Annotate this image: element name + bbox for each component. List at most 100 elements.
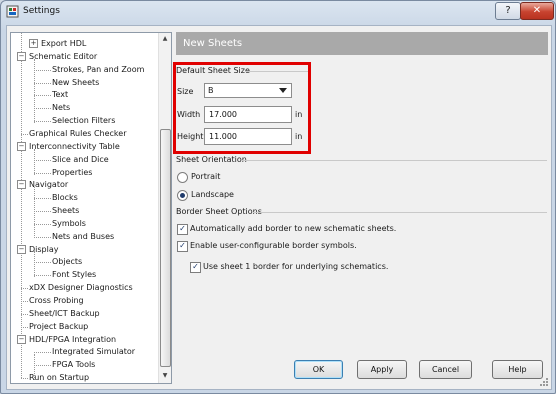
tree-connector: [34, 149, 35, 175]
use-sheet1-border-label[interactable]: Use sheet 1 border for underlying schema…: [203, 262, 388, 271]
tree-item-label: Blocks: [52, 193, 78, 203]
tree-connector: [34, 275, 51, 277]
tree-item[interactable]: Cross Probing: [29, 294, 84, 307]
tree-connector: [34, 108, 51, 110]
tree-item-label: Sheets: [52, 206, 80, 216]
landscape-radio[interactable]: [177, 190, 188, 201]
tree-item[interactable]: Properties: [52, 166, 92, 179]
auto-add-border-checkbox[interactable]: ✓: [177, 224, 188, 235]
tree-item[interactable]: Integrated Simulator: [52, 345, 135, 358]
title-bar[interactable]: Settings ? ✕: [1, 1, 555, 23]
landscape-label[interactable]: Landscape: [191, 190, 234, 199]
ok-button[interactable]: OK: [294, 360, 343, 379]
tree-item-label: Strokes, Pan and Zoom: [52, 64, 145, 74]
settings-tree[interactable]: + Export HDL − Schematic Editor Strokes, Pan…: [10, 32, 172, 384]
tree-item-label: Interconnectivity Table: [29, 141, 120, 151]
tree-item[interactable]: − Display: [17, 243, 59, 256]
tree-item-label: xDX Designer Diagnostics: [29, 283, 133, 293]
window-title: Settings: [23, 6, 60, 16]
tree-connector: [34, 262, 51, 264]
cancel-button[interactable]: Cancel: [419, 360, 472, 379]
tree-item-label: Nets and Buses: [52, 231, 115, 241]
portrait-radio[interactable]: [177, 172, 188, 183]
tree-item[interactable]: New Sheets: [52, 76, 99, 89]
tree-item[interactable]: Nets: [52, 101, 70, 114]
tree-item-label: Slice and Dice: [52, 154, 109, 164]
tree-item[interactable]: Sheets: [52, 204, 79, 217]
tree-item-label: Navigator: [29, 180, 69, 190]
scroll-thumb[interactable]: [160, 129, 171, 367]
tree-item-label: Sheet/ICT Backup: [29, 308, 100, 318]
tree-item-label: Export HDL: [41, 39, 87, 48]
collapse-icon[interactable]: −: [17, 244, 26, 254]
tree-item-label: Project Backup: [29, 321, 89, 331]
tree-item[interactable]: − Navigator: [17, 178, 68, 191]
tree-connector: [34, 223, 51, 225]
close-button[interactable]: ✕: [520, 2, 554, 20]
tree-item[interactable]: Sheet/ICT Backup: [29, 307, 100, 320]
tree-connector: [34, 236, 51, 238]
tree-item[interactable]: + Export HDL: [29, 37, 86, 50]
tree-connector: [34, 59, 35, 123]
use-sheet1-border-checkbox[interactable]: ✓: [190, 262, 201, 273]
tree-item[interactable]: Graphical Rules Checker: [29, 127, 127, 140]
tree-connector: [34, 121, 51, 123]
tree-item-label: Integrated Simulator: [52, 347, 136, 357]
user-config-border-label[interactable]: Enable user-configurable border symbols.: [190, 241, 357, 250]
tree-item-label: Selection Filters: [52, 116, 116, 126]
tree-item[interactable]: Objects: [52, 255, 82, 268]
tree-item[interactable]: Blocks: [52, 191, 78, 204]
tree-connector: [34, 198, 51, 200]
tree-item-label: Symbols: [52, 218, 86, 228]
tree-item-label: Font Styles: [52, 270, 97, 280]
resize-grip-icon[interactable]: [540, 378, 549, 387]
portrait-label[interactable]: Portrait: [191, 172, 220, 181]
tree-item[interactable]: Selection Filters: [52, 114, 115, 127]
tree-scrollbar[interactable]: ▲ ▼: [158, 33, 171, 383]
border-group-label: Border Sheet Options: [176, 207, 262, 216]
tree-connector: [34, 69, 51, 71]
tree-item[interactable]: − HDL/FPGA Integration: [17, 333, 116, 346]
tree-item[interactable]: Symbols: [52, 217, 86, 230]
collapse-icon[interactable]: −: [17, 334, 26, 344]
page-title: New Sheets: [176, 32, 548, 55]
tree-item[interactable]: Text: [52, 88, 68, 101]
user-config-border-checkbox[interactable]: ✓: [177, 241, 188, 252]
tree-item[interactable]: Project Backup: [29, 320, 88, 333]
tree-connector: [34, 187, 35, 238]
tree-item[interactable]: Slice and Dice: [52, 153, 109, 166]
tree-item[interactable]: Run on Startup: [29, 371, 90, 383]
scroll-up-icon[interactable]: ▲: [160, 34, 170, 44]
tree-item[interactable]: Font Styles: [52, 268, 96, 281]
tree-item[interactable]: FPGA Tools: [52, 358, 95, 371]
group-divider: [241, 160, 547, 161]
tree-item-label: Schematic Editor: [29, 51, 98, 61]
expand-icon[interactable]: +: [29, 39, 38, 48]
tree-connector: [34, 365, 51, 367]
tree-item[interactable]: Strokes, Pan and Zoom: [52, 63, 144, 76]
tree-item[interactable]: − Schematic Editor: [17, 50, 97, 63]
tree-item-label: Objects: [52, 257, 83, 267]
tree-item-label: Run on Startup: [29, 373, 90, 383]
tree-item[interactable]: − Interconnectivity Table: [17, 140, 120, 153]
collapse-icon[interactable]: −: [17, 51, 26, 61]
tree-connector: [21, 313, 28, 315]
tree-item-label: Nets: [52, 103, 71, 113]
help-title-button[interactable]: ?: [495, 2, 521, 20]
tree-connector: [21, 378, 28, 380]
tree-item[interactable]: Nets and Buses: [52, 230, 114, 243]
auto-add-border-label[interactable]: Automatically add border to new schemati…: [190, 224, 396, 233]
apply-button[interactable]: Apply: [357, 360, 407, 379]
tree-item-label: Display: [29, 244, 59, 254]
collapse-icon[interactable]: −: [17, 141, 26, 151]
scroll-down-icon[interactable]: ▼: [160, 371, 170, 381]
tree-item-label: FPGA Tools: [52, 360, 96, 370]
orientation-group-label: Sheet Orientation: [176, 155, 247, 164]
tree-connector: [34, 211, 51, 213]
help-button[interactable]: Help: [492, 360, 543, 379]
tree-item[interactable]: xDX Designer Diagnostics: [29, 281, 133, 294]
collapse-icon[interactable]: −: [17, 180, 26, 190]
dialog-body: + Export HDL − Schematic Editor Strokes, Pan…: [6, 25, 552, 390]
settings-window: Settings ? ✕ + Export HDL − Schematic Edito…: [0, 0, 556, 394]
group-divider: [253, 212, 547, 213]
